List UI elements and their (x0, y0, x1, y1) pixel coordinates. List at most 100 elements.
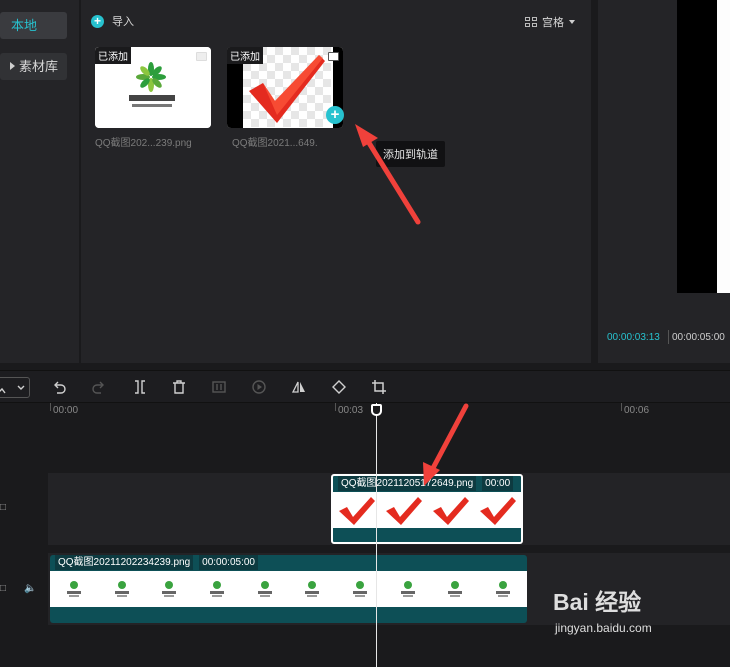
play-icon (252, 380, 266, 394)
ruler-label: 00:03 (338, 405, 364, 416)
timecode-divider (668, 330, 669, 344)
rotate-button[interactable] (331, 379, 347, 395)
card-filename: QQ截图2021...649. (232, 138, 318, 149)
clip-frame (384, 571, 432, 607)
total-timecode: 00:00:05:00 (672, 332, 725, 343)
clip-frame (427, 492, 474, 528)
grid-view-icon (525, 17, 537, 27)
delete-icon (173, 380, 185, 394)
clip-frame (432, 571, 480, 607)
sidebar-item-local[interactable]: 本地 (0, 12, 67, 39)
logo-thumbnail (353, 581, 368, 597)
logo-thumbnail (114, 581, 129, 597)
split-icon (135, 380, 145, 394)
watermark-title: Bai 经验 (553, 589, 642, 615)
view-toggle[interactable]: 宫格 (525, 14, 575, 30)
delete-button[interactable] (171, 379, 187, 395)
redo-button[interactable] (90, 379, 106, 395)
baidu-watermark: Bai 经验 jingyan.baidu.com (553, 583, 652, 635)
card-select-icon[interactable] (196, 52, 207, 61)
clip-frame (98, 571, 146, 607)
logo-thumbnail (305, 581, 320, 597)
clip-frame (50, 571, 98, 607)
chevron-down-icon (569, 20, 575, 24)
clip-name: QQ截图20211205172649.png (338, 476, 477, 491)
track-lock-icon[interactable]: □ (0, 502, 6, 513)
clip-duration: 00:00:05:00 (199, 555, 258, 570)
red-checkmark-icon (432, 497, 469, 525)
freeze-button[interactable] (211, 379, 227, 395)
clip-frame (380, 492, 427, 528)
mirror-button[interactable] (291, 379, 307, 395)
logo-thumbnail (209, 581, 224, 597)
red-checkmark-icon (385, 497, 422, 525)
redo-icon (92, 381, 104, 394)
media-panel: + 导入 宫格 已添加 QQ截图202...239.png 已添加 QQ截图20… (81, 0, 591, 363)
card-filename: QQ截图202...239.png (95, 138, 192, 149)
logo-thumbnail (257, 581, 272, 597)
clip-frame (193, 571, 241, 607)
clip-frame (333, 492, 380, 528)
undo-button[interactable] (52, 379, 68, 395)
clip-thumbnails (333, 492, 521, 528)
view-label: 宫格 (542, 17, 564, 29)
added-badge: 已添加 (95, 47, 131, 64)
ruler-tick (335, 403, 336, 411)
card-select-icon[interactable] (328, 52, 339, 61)
split-button[interactable] (132, 379, 148, 395)
preview-panel: 00:00:03:13 00:00:05:00 (598, 0, 730, 363)
mirror-icon (291, 381, 305, 393)
track-lock-icon[interactable]: □ (0, 583, 6, 594)
ruler-label: 00:00 (53, 405, 79, 416)
timeline-clip[interactable]: QQ截图20211205172649.png 00:00 (331, 474, 523, 544)
timeline-toolbar (0, 370, 730, 403)
clip-frame (474, 492, 521, 528)
clip-name: QQ截图20211202234239.png (55, 555, 194, 570)
added-badge: 已添加 (227, 47, 263, 64)
clip-header: QQ截图20211205172649.png 00:00 (333, 476, 514, 491)
clip-frame (479, 571, 527, 607)
add-to-track-tooltip: 添加到轨道 (376, 141, 445, 167)
sidebar: 本地 素材库 (0, 0, 80, 363)
watermark-url: jingyan.baidu.com (555, 621, 652, 635)
undo-icon (54, 381, 66, 394)
logo-thumbnail (496, 581, 511, 597)
crop-icon (372, 380, 386, 394)
clip-frame (289, 571, 337, 607)
sidebar-item-library[interactable]: 素材库 (0, 53, 67, 80)
playhead-line (376, 403, 377, 667)
select-tool-button[interactable] (0, 377, 30, 398)
ruler-tick (621, 403, 622, 411)
logo-thumbnail (448, 581, 463, 597)
crop-button[interactable] (371, 379, 387, 395)
red-checkmark-icon (338, 497, 375, 525)
current-timecode: 00:00:03:13 (607, 332, 660, 343)
add-to-track-button[interactable]: + (326, 106, 344, 124)
sidebar-item-label: 素材库 (19, 59, 59, 74)
logo-thumbnail (400, 581, 415, 597)
freeze-icon (212, 381, 226, 393)
playhead-handle[interactable] (371, 404, 382, 416)
clip-duration: 00:00 (482, 476, 514, 491)
preview-canvas-edge (717, 0, 730, 293)
caret-right-icon (10, 62, 15, 70)
ruler-tick (50, 403, 51, 411)
red-checkmark-icon (479, 497, 516, 525)
ruler-label: 00:06 (624, 405, 650, 416)
logo-thumbnail (66, 581, 81, 597)
import-button[interactable]: + 导入 (91, 9, 231, 33)
import-label: 导入 (112, 16, 134, 28)
plus-icon: + (91, 14, 104, 28)
media-card[interactable]: 已添加 (95, 47, 211, 128)
play-button[interactable] (251, 379, 267, 395)
clip-header: QQ截图20211202234239.png 00:00:05:00 (50, 555, 258, 570)
clip-frame (241, 571, 289, 607)
clip-thumbnails (50, 571, 527, 607)
speaker-icon[interactable]: 🔈 (24, 583, 36, 594)
select-icon (0, 385, 25, 394)
timeline-clip[interactable]: QQ截图20211202234239.png 00:00:05:00 (50, 555, 527, 623)
clip-frame (145, 571, 193, 607)
timeline-ruler[interactable]: 00:00 00:03 00:06 (48, 403, 730, 421)
logo-thumbnail (162, 581, 177, 597)
preview-canvas (677, 0, 717, 293)
